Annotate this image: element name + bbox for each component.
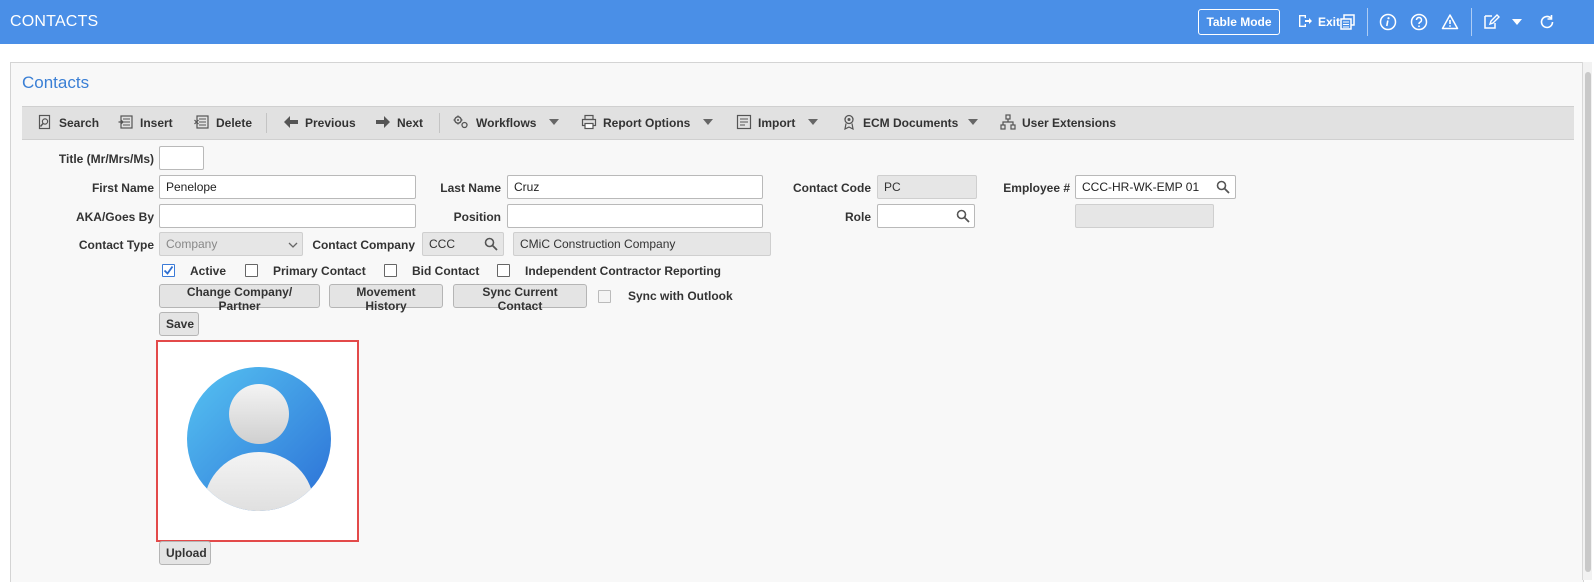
contact-company-search-icon[interactable] [483, 236, 499, 252]
sync-with-outlook-checkbox[interactable] [598, 290, 611, 303]
report-options-button[interactable]: Report Options [581, 107, 690, 139]
ecm-documents-dropdown-icon[interactable] [968, 119, 978, 125]
info-icon[interactable] [1377, 11, 1399, 33]
sync-current-contact-button[interactable]: Sync Current Contact [453, 284, 587, 313]
contact-photo-frame [156, 340, 359, 542]
employee-label: Employee # [1003, 181, 1070, 195]
contact-code-label: Contact Code [793, 181, 871, 195]
change-company-button[interactable]: Change Company/ Partner [159, 284, 320, 313]
insert-icon [118, 114, 134, 133]
import-dropdown-icon[interactable] [808, 119, 818, 125]
help-icon[interactable] [1408, 11, 1430, 33]
active-checkbox[interactable] [162, 264, 175, 277]
user-extensions-button[interactable]: User Extensions [1000, 107, 1116, 139]
first-name-label: First Name [91, 181, 154, 195]
search-label: Search [59, 116, 100, 130]
dropdown-icon[interactable] [1506, 11, 1528, 33]
position-label: Position [453, 210, 501, 224]
scrollbar-thumb[interactable] [1585, 72, 1591, 572]
position-field[interactable] [507, 204, 763, 228]
header-divider [1367, 8, 1368, 36]
aka-label: AKA/Goes By [75, 210, 154, 224]
save-button[interactable]: Save [159, 312, 199, 336]
report-options-dropdown-icon[interactable] [703, 119, 713, 125]
ecm-documents-button[interactable]: ECM Documents [841, 107, 958, 139]
last-name-label: Last Name [440, 181, 501, 195]
refresh-icon[interactable] [1536, 11, 1558, 33]
report-options-label: Report Options [603, 116, 691, 130]
insert-button[interactable]: Insert [118, 107, 173, 139]
previous-button[interactable]: Previous [283, 107, 356, 139]
arrow-right-icon [375, 115, 391, 132]
title-field[interactable] [159, 146, 204, 170]
primary-contact-label: Primary Contact [273, 264, 366, 278]
insert-label: Insert [140, 116, 173, 130]
print-icon[interactable] [1337, 11, 1359, 33]
movement-history-button[interactable]: Movement History [329, 284, 443, 313]
import-icon [736, 114, 752, 133]
checkmark-icon [163, 265, 174, 275]
contact-type-value: Company [166, 237, 218, 251]
primary-contact-checkbox[interactable] [245, 264, 258, 277]
toolbar-divider [266, 113, 267, 133]
bid-contact-checkbox[interactable] [384, 264, 397, 277]
app-header: CONTACTS Table Mode Exit [0, 0, 1594, 44]
workflows-label: Workflows [476, 116, 537, 130]
employee-search-icon[interactable] [1215, 179, 1231, 195]
app-title: CONTACTS [10, 13, 99, 30]
toolbar: Search Insert Delete Previous Next Workf… [22, 106, 1574, 140]
independent-contractor-checkbox[interactable] [497, 264, 510, 277]
contact-type-label: Contact Type [78, 238, 154, 252]
delete-button[interactable]: Delete [194, 107, 252, 139]
title-label: Title (Mr/Mrs/Ms) [58, 152, 154, 166]
page-title: Contacts [22, 73, 90, 92]
previous-label: Previous [305, 116, 356, 130]
sync-with-outlook-label: Sync with Outlook [628, 289, 733, 303]
aka-field[interactable] [159, 204, 416, 228]
delete-label: Delete [216, 116, 253, 130]
contact-type-select[interactable]: Company [159, 232, 303, 256]
hierarchy-icon [1000, 113, 1016, 133]
contact-company-label: Contact Company [312, 238, 415, 252]
user-extensions-label: User Extensions [1022, 116, 1117, 130]
exit-icon [1297, 13, 1313, 32]
employee-field[interactable] [1075, 175, 1236, 199]
contact-code-field [877, 175, 977, 199]
workflows-button[interactable]: Workflows [452, 107, 536, 139]
next-button[interactable]: Next [375, 107, 423, 139]
chevron-down-icon [288, 242, 298, 248]
next-label: Next [397, 116, 424, 130]
ecm-documents-icon [841, 114, 857, 133]
last-name-field[interactable] [507, 175, 763, 199]
table-mode-button[interactable]: Table Mode [1198, 9, 1280, 35]
upload-button[interactable]: Upload [159, 541, 211, 565]
vertical-scrollbar[interactable] [1582, 62, 1592, 580]
employee-name-field [1075, 204, 1214, 228]
contact-company-name-field [513, 232, 771, 256]
role-label: Role [844, 210, 871, 224]
toolbar-divider [439, 113, 440, 133]
user-avatar-icon [187, 367, 331, 511]
bid-contact-label: Bid Contact [412, 264, 480, 278]
exit-button[interactable]: Exit [1297, 12, 1340, 32]
role-search-icon[interactable] [955, 208, 971, 224]
workflows-gear-icon [452, 114, 470, 133]
warning-icon[interactable] [1439, 11, 1461, 33]
printer-icon [581, 114, 597, 133]
header-divider [1471, 8, 1472, 36]
active-label: Active [190, 264, 227, 278]
arrow-left-icon [283, 115, 299, 132]
edit-icon[interactable] [1480, 11, 1502, 33]
first-name-field[interactable] [159, 175, 416, 199]
import-label: Import [758, 116, 796, 130]
ecm-documents-label: ECM Documents [863, 116, 959, 130]
workflows-dropdown-icon[interactable] [549, 119, 559, 125]
delete-icon [194, 114, 210, 133]
import-button[interactable]: Import [736, 107, 795, 139]
search-doc-icon [37, 114, 53, 133]
independent-contractor-label: Independent Contractor Reporting [525, 264, 721, 278]
search-button[interactable]: Search [37, 107, 99, 139]
